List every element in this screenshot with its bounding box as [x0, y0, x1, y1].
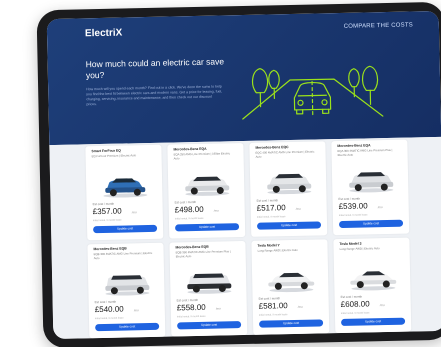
- lease-terms: Initial rental, 9 month lease: [340, 311, 370, 316]
- car-card: Tesla Model 3 Long Range AWD | Electric …: [333, 237, 412, 334]
- price-label: Est cost / month: [340, 294, 363, 300]
- car-name: Tesla Model Y: [257, 243, 280, 248]
- car-image-icon: [105, 275, 150, 296]
- car-spec: Long Range AWD | Electric Auto: [339, 246, 380, 252]
- update-cost-button[interactable]: Update cost: [93, 224, 158, 234]
- lease-terms: Initial rental, 9 month lease: [258, 313, 288, 317]
- car-image-icon: [187, 273, 232, 294]
- update-cost-button[interactable]: Update cost: [257, 221, 322, 230]
- car-card: Mercedes-Benz EQC EQC 400 4MATIC AMG Lin…: [249, 141, 328, 237]
- car-card: Mercedes-Benz EQA EQA 300 4MATIC AMG Lin…: [331, 139, 410, 236]
- price-label: Est cost / month: [176, 297, 199, 303]
- price-label: Est cost / month: [258, 296, 281, 301]
- monthly-price: £498.00: [174, 204, 204, 215]
- update-cost-button[interactable]: Update cost: [95, 322, 160, 332]
- car-spec: EQB 350 4MATIC AMG Line Premium Plus | E…: [175, 249, 231, 259]
- price-unit: /mo: [213, 208, 219, 213]
- car-spec: EQA 250 AMG Line Premium | 190kw Electri…: [173, 151, 231, 161]
- car-image-icon: [268, 272, 315, 293]
- car-name: Mercedes-Benz EQB: [175, 244, 209, 250]
- car-card: Mercedes-Benz EQB EQB 350 4MATIC AMG Lin…: [169, 240, 248, 337]
- car-card: Mercedes-Benz EQB EQB 300 4MATIC AMG Lin…: [87, 242, 166, 339]
- car-spec: EQB 300 4MATIC AMG Line Premium | Electr…: [93, 250, 153, 260]
- price-unit: /mo: [215, 306, 221, 311]
- price-label: Est cost / month: [256, 198, 279, 203]
- price-unit: /mo: [297, 304, 303, 309]
- price-label: Est cost / month: [94, 299, 117, 305]
- price-unit: /mo: [379, 303, 385, 308]
- lease-terms: Initial rental, 9 month lease: [92, 218, 122, 223]
- lease-terms: Initial rental, 9 month lease: [176, 314, 206, 319]
- tablet-screen: ElectriX COMPARE THE COSTS How much coul…: [46, 10, 441, 340]
- price-unit: /mo: [131, 210, 137, 215]
- car-name: Mercedes-Benz EQB: [93, 246, 127, 252]
- car-spec: Long Range AWD | Electric Auto: [257, 247, 298, 253]
- car-image-icon: [185, 176, 230, 196]
- car-spec: EQC 400 4MATIC AMG Line Premium | Electr…: [255, 149, 315, 159]
- car-card: Smart ForFour EQ EQ ForFour Premium | El…: [85, 144, 164, 241]
- price-label: Est cost / month: [174, 200, 197, 205]
- lease-terms: Initial rental, 9 month lease: [94, 316, 124, 321]
- hero-intro-text: How much will you spend each month? Find…: [86, 84, 223, 107]
- update-cost-button[interactable]: Update cost: [175, 223, 240, 232]
- update-cost-button[interactable]: Update cost: [341, 317, 406, 326]
- car-spec: EQ ForFour Premium | Electric Auto: [91, 153, 137, 159]
- car-name: Mercedes-Benz EQA: [173, 146, 207, 152]
- car-image-icon: [267, 173, 312, 195]
- nav-compare-costs-link[interactable]: COMPARE THE COSTS: [344, 22, 413, 29]
- car-image-icon: [350, 271, 397, 291]
- lease-terms: Initial rental, 9 month lease: [338, 213, 368, 218]
- price-label: Est cost / month: [338, 196, 361, 202]
- car-image-icon: [103, 178, 148, 198]
- monthly-price: £608.00: [340, 299, 370, 310]
- brand-logo[interactable]: ElectriX: [85, 28, 122, 40]
- update-cost-button[interactable]: Update cost: [338, 219, 404, 229]
- car-card: Mercedes-Benz EQA EQA 250 AMG Line Premi…: [167, 143, 246, 239]
- lease-terms: Initial rental, 9 month lease: [256, 215, 286, 219]
- hero-section: ElectriX COMPARE THE COSTS How much coul…: [46, 10, 441, 146]
- results-section: Smart ForFour EQ EQ ForFour Premium | El…: [49, 136, 441, 340]
- lease-terms: Initial rental, 9 month lease: [174, 216, 204, 221]
- car-name: Smart ForFour EQ: [91, 148, 121, 154]
- monthly-price: £581.00: [258, 301, 288, 311]
- tablet-device: ElectriX COMPARE THE COSTS How much coul…: [36, 1, 441, 347]
- car-illustration-icon: [242, 65, 384, 120]
- update-cost-button[interactable]: Update cost: [259, 319, 324, 328]
- price-unit: /mo: [295, 206, 301, 211]
- car-name: Tesla Model 3: [339, 241, 362, 247]
- update-cost-button[interactable]: Update cost: [177, 321, 242, 330]
- monthly-price: £517.00: [256, 203, 286, 213]
- car-spec: EQA 300 4MATIC AMG Line Premium Plus | E…: [337, 147, 393, 157]
- monthly-price: £540.00: [94, 304, 124, 315]
- price-label: Est cost / month: [92, 201, 115, 207]
- car-name: Mercedes-Benz EQC: [255, 145, 289, 150]
- car-name: Mercedes-Benz EQA: [337, 143, 371, 149]
- hero-headline: How much could an electric car save you?: [85, 56, 225, 81]
- car-card: Tesla Model Y Long Range AWD | Electric …: [251, 239, 330, 335]
- price-unit: /mo: [133, 308, 139, 313]
- monthly-price: £357.00: [92, 206, 122, 217]
- monthly-price: £558.00: [176, 302, 206, 313]
- price-unit: /mo: [377, 205, 383, 210]
- car-image-icon: [349, 172, 394, 193]
- page-stage: ElectriX COMPARE THE COSTS How much coul…: [0, 0, 441, 347]
- monthly-price: £539.00: [338, 201, 368, 212]
